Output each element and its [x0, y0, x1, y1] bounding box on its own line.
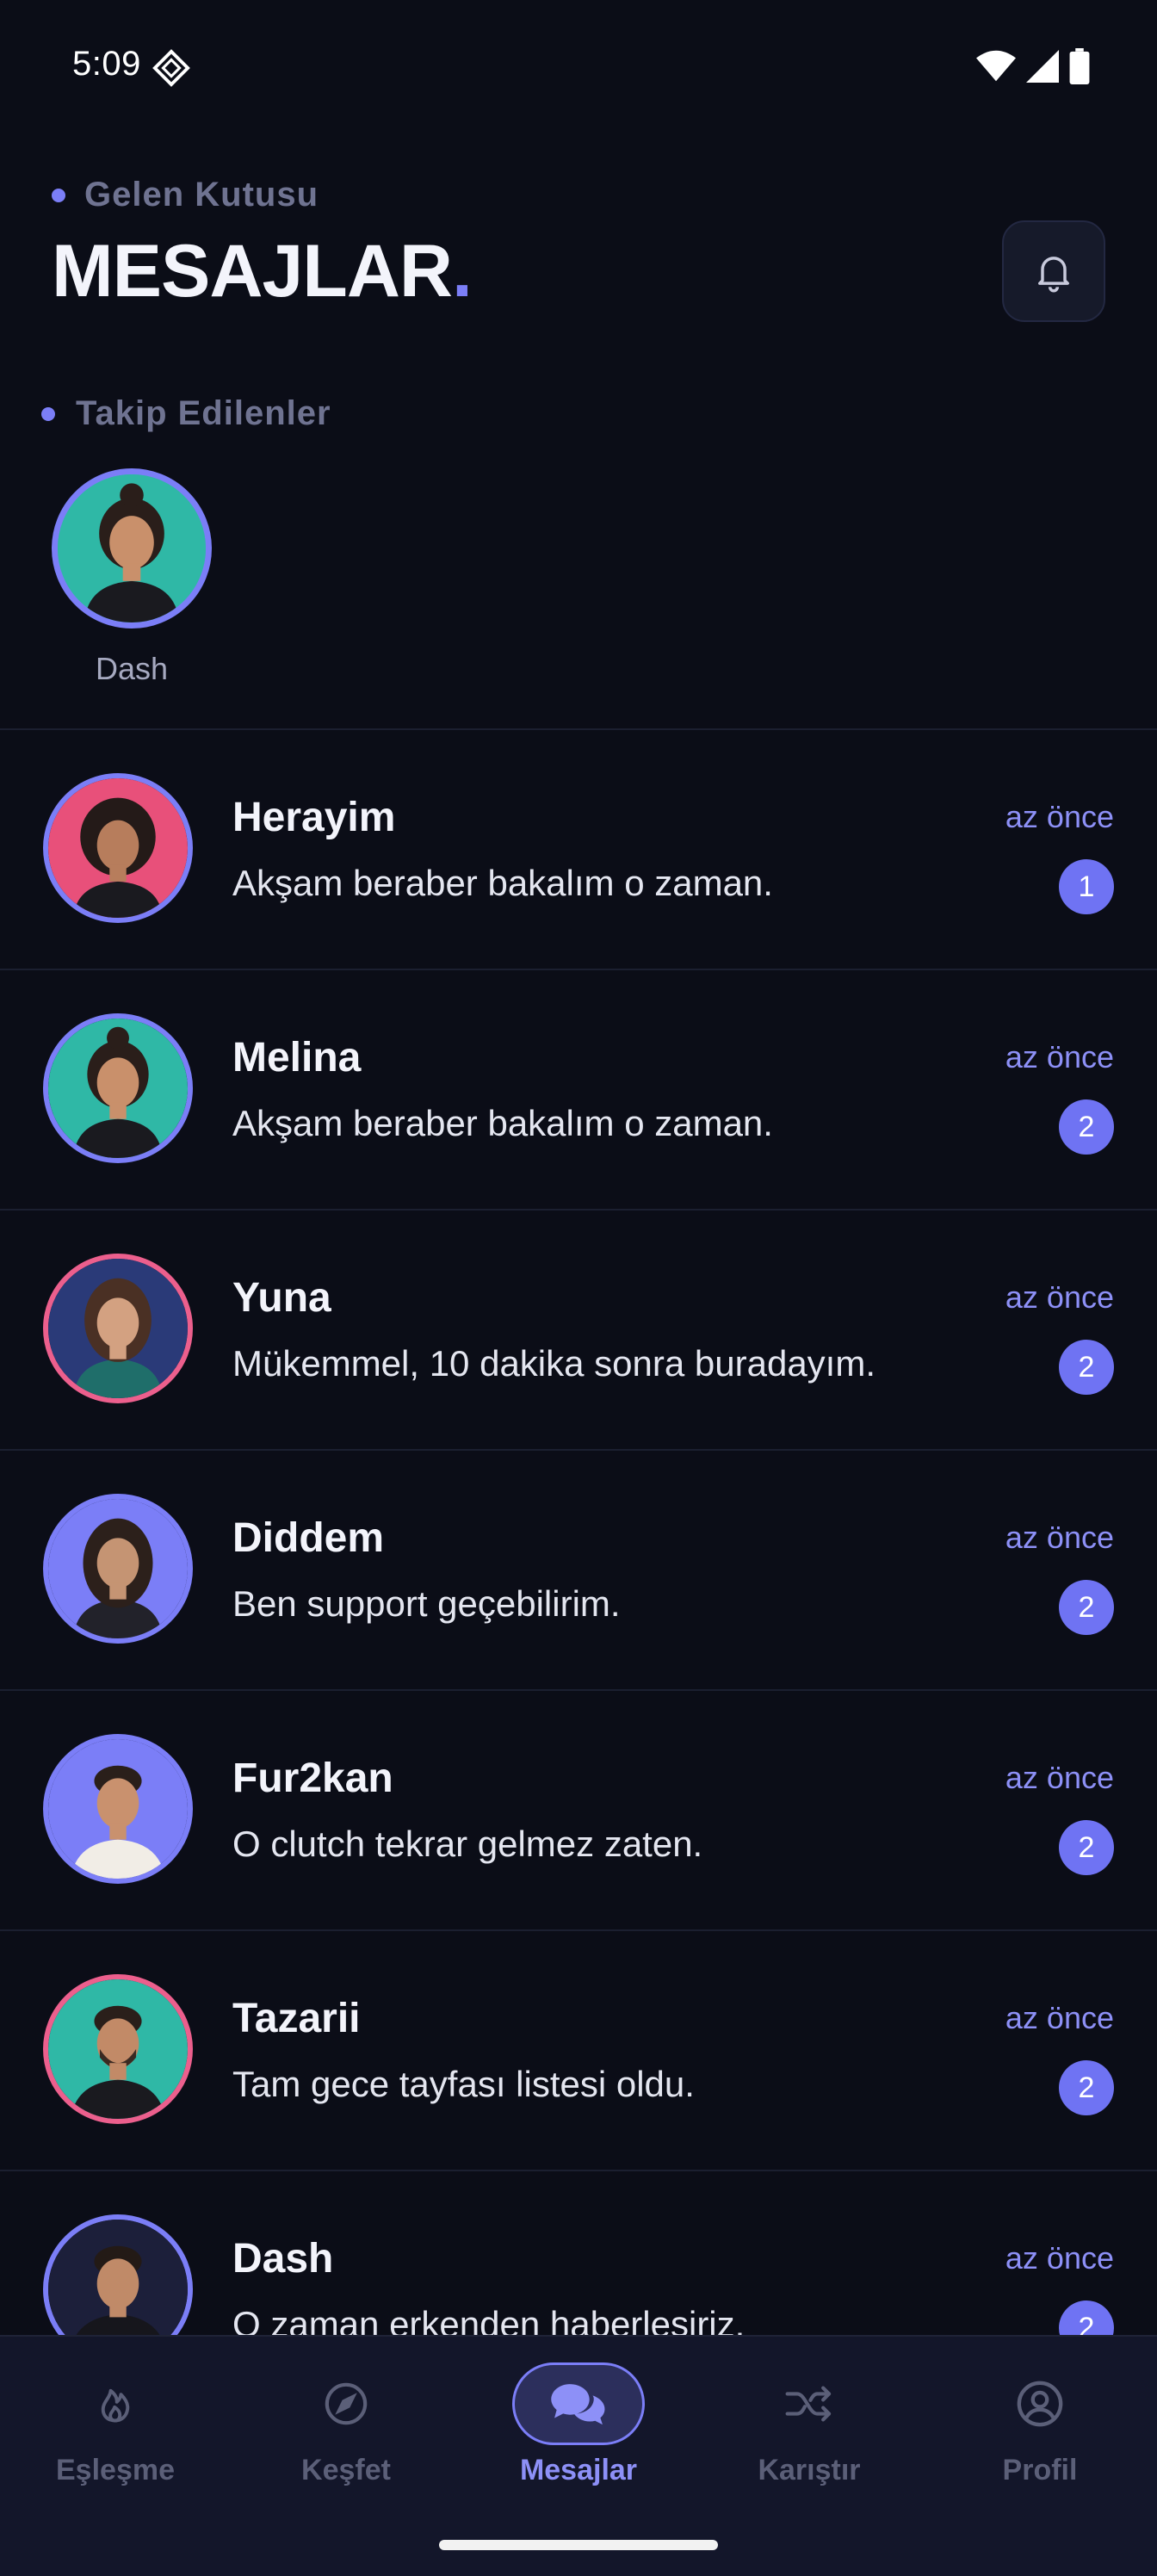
messages-screen: 5:09 Gelen Kutusu MESAJLAR. Takip Edilen…	[0, 0, 1157, 2576]
chat-last-message: Ben support geçebilirim.	[232, 1583, 621, 1624]
nav-item-karistir[interactable]: Karıştır	[694, 2362, 925, 2487]
chat-item[interactable]: Tazarii Tam gece tayfası listesi oldu. a…	[0, 1931, 1157, 2171]
nav-item-mesajlar[interactable]: Mesajlar	[463, 2362, 694, 2487]
app-notification-icon	[152, 49, 190, 87]
chat-time: az önce	[1005, 1520, 1114, 1555]
unread-badge: 2	[1059, 2060, 1114, 2115]
inbox-label-text: Gelen Kutusu	[84, 176, 319, 214]
nav-item-kesfet[interactable]: Keşfet	[231, 2362, 461, 2487]
avatar	[43, 1494, 193, 1644]
bell-icon	[1038, 257, 1069, 293]
avatar	[43, 1254, 193, 1403]
chat-name: Diddem	[232, 1515, 385, 1561]
nav-label: Eşleşme	[56, 2454, 175, 2486]
chat-time: az önce	[1005, 1039, 1114, 1074]
bullet-dot	[41, 406, 55, 421]
chat-last-message: O zaman erkenden haberleşiriz.	[232, 2304, 746, 2337]
notifications-button[interactable]	[1002, 220, 1105, 322]
chat-item[interactable]: Herayim Akşam beraber bakalım o zaman. a…	[0, 730, 1157, 970]
chat-icon	[551, 2384, 605, 2425]
avatar-image	[48, 1019, 188, 1158]
chat-name: Fur2kan	[232, 1756, 393, 1801]
compass-icon	[325, 2382, 368, 2425]
avatar	[52, 468, 212, 629]
chat-time: az önce	[1005, 2240, 1114, 2276]
chat-last-message: Mükemmel, 10 dakika sonra buradayım.	[232, 1343, 875, 1384]
avatar	[43, 2214, 193, 2337]
nav-item-profil[interactable]: Profil	[925, 2362, 1155, 2487]
bullet-dot	[52, 188, 65, 202]
following-label-text: Takip Edilenler	[76, 394, 331, 432]
cell-signal-icon	[1026, 50, 1059, 83]
following-label: Takip Edilenler	[41, 394, 331, 433]
chat-item[interactable]: Fur2kan O clutch tekrar gelmez zaten. az…	[0, 1691, 1157, 1931]
nav-icon-wrap	[512, 2362, 645, 2445]
page-title-accent: .	[452, 230, 473, 313]
story-item-dash[interactable]: Dash	[52, 468, 212, 687]
nav-label: Karıştır	[758, 2454, 861, 2486]
chat-time: az önce	[1005, 1279, 1114, 1315]
unread-badge: 2	[1059, 1340, 1114, 1395]
chat-item[interactable]: Melina Akşam beraber bakalım o zaman. az…	[0, 970, 1157, 1211]
status-bar: 5:09	[0, 0, 1157, 129]
status-time: 5:09	[72, 45, 141, 83]
page-title-text: MESAJLAR	[52, 230, 453, 313]
avatar	[43, 1974, 193, 2124]
chat-time: az önce	[1005, 799, 1114, 834]
unread-badge: 2	[1059, 1580, 1114, 1635]
avatar-image	[48, 1739, 188, 1879]
profile-icon	[1017, 2381, 1063, 2427]
page-title: MESAJLAR.	[52, 234, 473, 308]
nav-icon-wrap	[49, 2362, 182, 2445]
chat-last-message: Akşam beraber bakalım o zaman.	[232, 863, 773, 903]
home-indicator[interactable]	[439, 2540, 718, 2550]
avatar-image	[48, 1499, 188, 1638]
chat-item[interactable]: Diddem Ben support geçebilirim. az önce …	[0, 1451, 1157, 1691]
nav-label: Mesajlar	[519, 2454, 638, 2486]
chat-item[interactable]: Yuna Mükemmel, 10 dakika sonra buradayım…	[0, 1211, 1157, 1451]
chat-name: Herayim	[232, 795, 396, 840]
unread-badge: 1	[1059, 859, 1114, 914]
nav-label: Profil	[1002, 2454, 1078, 2486]
nav-icon-wrap	[743, 2362, 875, 2445]
chat-name: Dash	[232, 2236, 334, 2282]
chat-time: az önce	[1005, 2000, 1114, 2035]
wifi-icon	[976, 50, 1016, 82]
chat-item[interactable]: Dash O zaman erkenden haberleşiriz. az ö…	[0, 2171, 1157, 2337]
avatar	[43, 1734, 193, 1884]
chat-time: az önce	[1005, 1760, 1114, 1795]
avatar-image	[48, 1259, 188, 1398]
flame-icon	[101, 2388, 130, 2423]
unread-badge: 2	[1059, 1099, 1114, 1155]
inbox-label: Gelen Kutusu	[52, 176, 319, 214]
nav-label: Keşfet	[301, 2454, 391, 2486]
battery-icon	[1069, 48, 1090, 84]
nav-icon-wrap	[974, 2362, 1106, 2445]
chat-name: Melina	[232, 1035, 362, 1081]
avatar	[43, 1013, 193, 1163]
unread-badge: 2	[1059, 1820, 1114, 1875]
nav-icon-wrap	[280, 2362, 412, 2445]
chat-list: Herayim Akşam beraber bakalım o zaman. a…	[0, 730, 1157, 2337]
status-icons	[976, 48, 1090, 84]
avatar-image	[48, 1979, 188, 2119]
chat-last-message: Tam gece tayfası listesi oldu.	[232, 2064, 695, 2104]
story-name: Dash	[95, 651, 169, 686]
chat-name: Tazarii	[232, 1996, 361, 2041]
chat-last-message: Akşam beraber bakalım o zaman.	[232, 1103, 773, 1143]
avatar-image	[58, 474, 206, 622]
chat-name: Yuna	[232, 1275, 331, 1321]
chat-last-message: O clutch tekrar gelmez zaten.	[232, 1824, 703, 1864]
unread-badge: 2	[1059, 2300, 1114, 2337]
avatar	[43, 773, 193, 923]
shuffle-icon	[785, 2386, 832, 2422]
avatar-image	[48, 2220, 188, 2337]
nav-item-eslesme[interactable]: Eşleşme	[0, 2362, 231, 2487]
avatar-image	[48, 778, 188, 918]
